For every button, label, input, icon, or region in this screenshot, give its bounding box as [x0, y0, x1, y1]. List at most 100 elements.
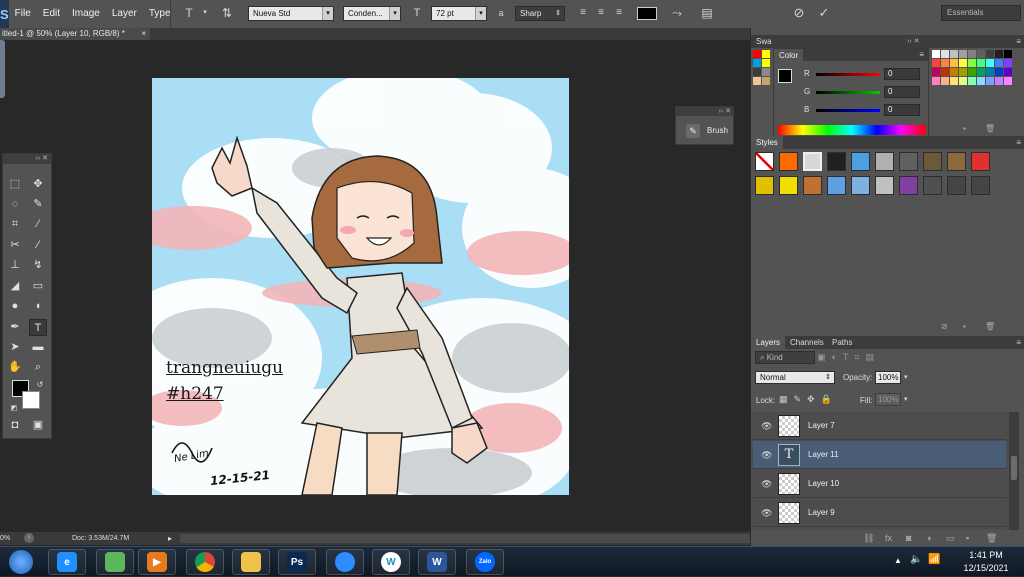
- color-swatch[interactable]: [959, 50, 967, 58]
- fill-field[interactable]: 100%: [875, 393, 901, 406]
- crop-tool-icon[interactable]: ⌗: [6, 216, 24, 233]
- color-swatch[interactable]: [950, 59, 958, 67]
- opacity-field[interactable]: 100%: [875, 371, 901, 384]
- style-preset[interactable]: [755, 176, 774, 195]
- color-swatch[interactable]: [941, 50, 949, 58]
- red-slider[interactable]: [816, 73, 880, 76]
- color-swatch[interactable]: [1004, 59, 1012, 67]
- brush-button[interactable]: ✎ Brush: [679, 121, 731, 141]
- blue-value-field[interactable]: 0: [884, 104, 920, 116]
- color-swatch[interactable]: [941, 68, 949, 76]
- document-canvas[interactable]: trangneuiugu #h247 Ne Lim 12-15-21: [152, 78, 569, 495]
- style-preset[interactable]: [755, 152, 774, 171]
- green-slider[interactable]: [816, 91, 880, 94]
- style-preset[interactable]: [779, 176, 798, 195]
- layer-row[interactable]: 👁 Layer 7: [753, 412, 1006, 440]
- color-swatch[interactable]: [977, 59, 985, 67]
- style-preset[interactable]: [947, 176, 966, 195]
- scrollbar-thumb[interactable]: [1011, 456, 1017, 480]
- tool-preset-chevron-icon[interactable]: ▾: [197, 5, 213, 21]
- style-preset[interactable]: [899, 152, 918, 171]
- color-swatch[interactable]: [753, 59, 761, 67]
- color-swatch[interactable]: [968, 50, 976, 58]
- color-swatch[interactable]: [941, 77, 949, 85]
- network-icon[interactable]: 📶: [928, 554, 940, 565]
- adjustment-layer-icon[interactable]: ◑: [926, 533, 931, 543]
- red-value-field[interactable]: 0: [884, 68, 920, 80]
- foreground-color-swatch[interactable]: [778, 69, 792, 83]
- pen-tool-icon[interactable]: ✒: [6, 319, 24, 336]
- tab-paths[interactable]: Paths: [827, 336, 857, 349]
- color-swatch[interactable]: [753, 50, 761, 58]
- history-brush-tool-icon[interactable]: ↯: [29, 257, 47, 274]
- color-swatch[interactable]: [932, 77, 940, 85]
- taskbar-app-internet-explorer[interactable]: e: [48, 549, 86, 575]
- color-swatch[interactable]: [959, 59, 967, 67]
- antialias-select[interactable]: Sharp ⇕: [515, 6, 565, 21]
- style-preset[interactable]: [851, 152, 870, 171]
- menu-file[interactable]: File: [9, 0, 37, 28]
- shape-tool-icon[interactable]: ▬: [29, 339, 47, 356]
- color-swatch[interactable]: [762, 77, 770, 85]
- color-swatch[interactable]: [950, 68, 958, 76]
- horizontal-scrollbar[interactable]: [180, 534, 750, 543]
- eyedropper-tool-icon[interactable]: ⁄: [29, 216, 47, 233]
- marquee-tool-icon[interactable]: ⬚: [6, 176, 24, 193]
- style-preset[interactable]: [827, 176, 846, 195]
- color-swatch[interactable]: [968, 68, 976, 76]
- color-swatch[interactable]: [986, 59, 994, 67]
- tools-panel-header[interactable]: ›› ✕: [3, 154, 51, 164]
- align-left-icon[interactable]: ≡: [575, 5, 591, 21]
- brush-tool-icon[interactable]: ∕: [29, 237, 47, 254]
- tab-channels[interactable]: Channels: [785, 336, 829, 349]
- style-preset[interactable]: [803, 176, 822, 195]
- gradient-tool-icon[interactable]: ▭: [29, 278, 47, 295]
- type-tool-icon[interactable]: T: [29, 319, 47, 336]
- fx-icon[interactable]: fx: [885, 533, 892, 543]
- tray-expand-icon[interactable]: ▲: [894, 556, 902, 565]
- delete-layer-icon[interactable]: 🗑: [986, 533, 997, 544]
- color-swatch[interactable]: [762, 59, 770, 67]
- panel-menu-icon[interactable]: ≡: [919, 49, 924, 61]
- lock-icons[interactable]: ▦✎✥🔒: [779, 394, 838, 405]
- path-select-tool-icon[interactable]: ➤: [6, 339, 24, 356]
- add-mask-icon[interactable]: ◙: [906, 533, 911, 543]
- type-tool-icon[interactable]: T: [181, 5, 197, 21]
- collapse-icon[interactable]: ›› ✕: [907, 35, 919, 48]
- panel-menu-icon[interactable]: ≡: [1016, 336, 1021, 349]
- screen-mode-icon[interactable]: ▣: [29, 417, 47, 434]
- style-preset[interactable]: [803, 152, 822, 171]
- style-preset[interactable]: [899, 176, 918, 195]
- color-swatch[interactable]: [1004, 50, 1012, 58]
- color-swatch[interactable]: [986, 77, 994, 85]
- font-size-select[interactable]: 72 pt ▾: [431, 6, 487, 21]
- color-swatch[interactable]: [977, 50, 985, 58]
- color-swatch[interactable]: [977, 77, 985, 85]
- document-tab[interactable]: itled-1 @ 50% (Layer 10, RGB/8) * ×: [0, 28, 150, 40]
- default-colors-icon[interactable]: ◩: [5, 400, 23, 417]
- blend-mode-select[interactable]: Normal ⇕: [755, 371, 835, 384]
- hand-tool-icon[interactable]: ✋: [6, 359, 24, 376]
- brush-panel-header[interactable]: ›› ✕: [676, 107, 733, 116]
- color-swatch[interactable]: [959, 68, 967, 76]
- color-swatch[interactable]: [932, 59, 940, 67]
- new-layer-icon[interactable]: ▪: [966, 533, 969, 543]
- clock-date[interactable]: 12/15/2021: [954, 563, 1018, 573]
- style-preset[interactable]: [875, 152, 894, 171]
- eye-icon[interactable]: 👁: [761, 508, 772, 519]
- color-swatch[interactable]: [950, 77, 958, 85]
- tab-layers[interactable]: Layers: [751, 336, 786, 349]
- eye-icon[interactable]: 👁: [761, 450, 772, 461]
- style-preset[interactable]: [851, 176, 870, 195]
- style-preset[interactable]: [971, 176, 990, 195]
- clock-time[interactable]: 1:41 PM: [954, 550, 1018, 560]
- taskbar-app-wizer[interactable]: W: [372, 549, 410, 575]
- align-right-icon[interactable]: ≡: [611, 5, 627, 21]
- style-preset[interactable]: [971, 152, 990, 171]
- character-panel-icon[interactable]: ▤: [699, 5, 715, 21]
- menu-image[interactable]: Image: [66, 0, 106, 28]
- zoom-tool-icon[interactable]: ⌕: [29, 359, 47, 376]
- clone-stamp-tool-icon[interactable]: ⊥: [6, 257, 24, 274]
- quick-select-tool-icon[interactable]: ✎: [29, 196, 47, 213]
- font-style-select[interactable]: Conden... ▾: [343, 6, 401, 21]
